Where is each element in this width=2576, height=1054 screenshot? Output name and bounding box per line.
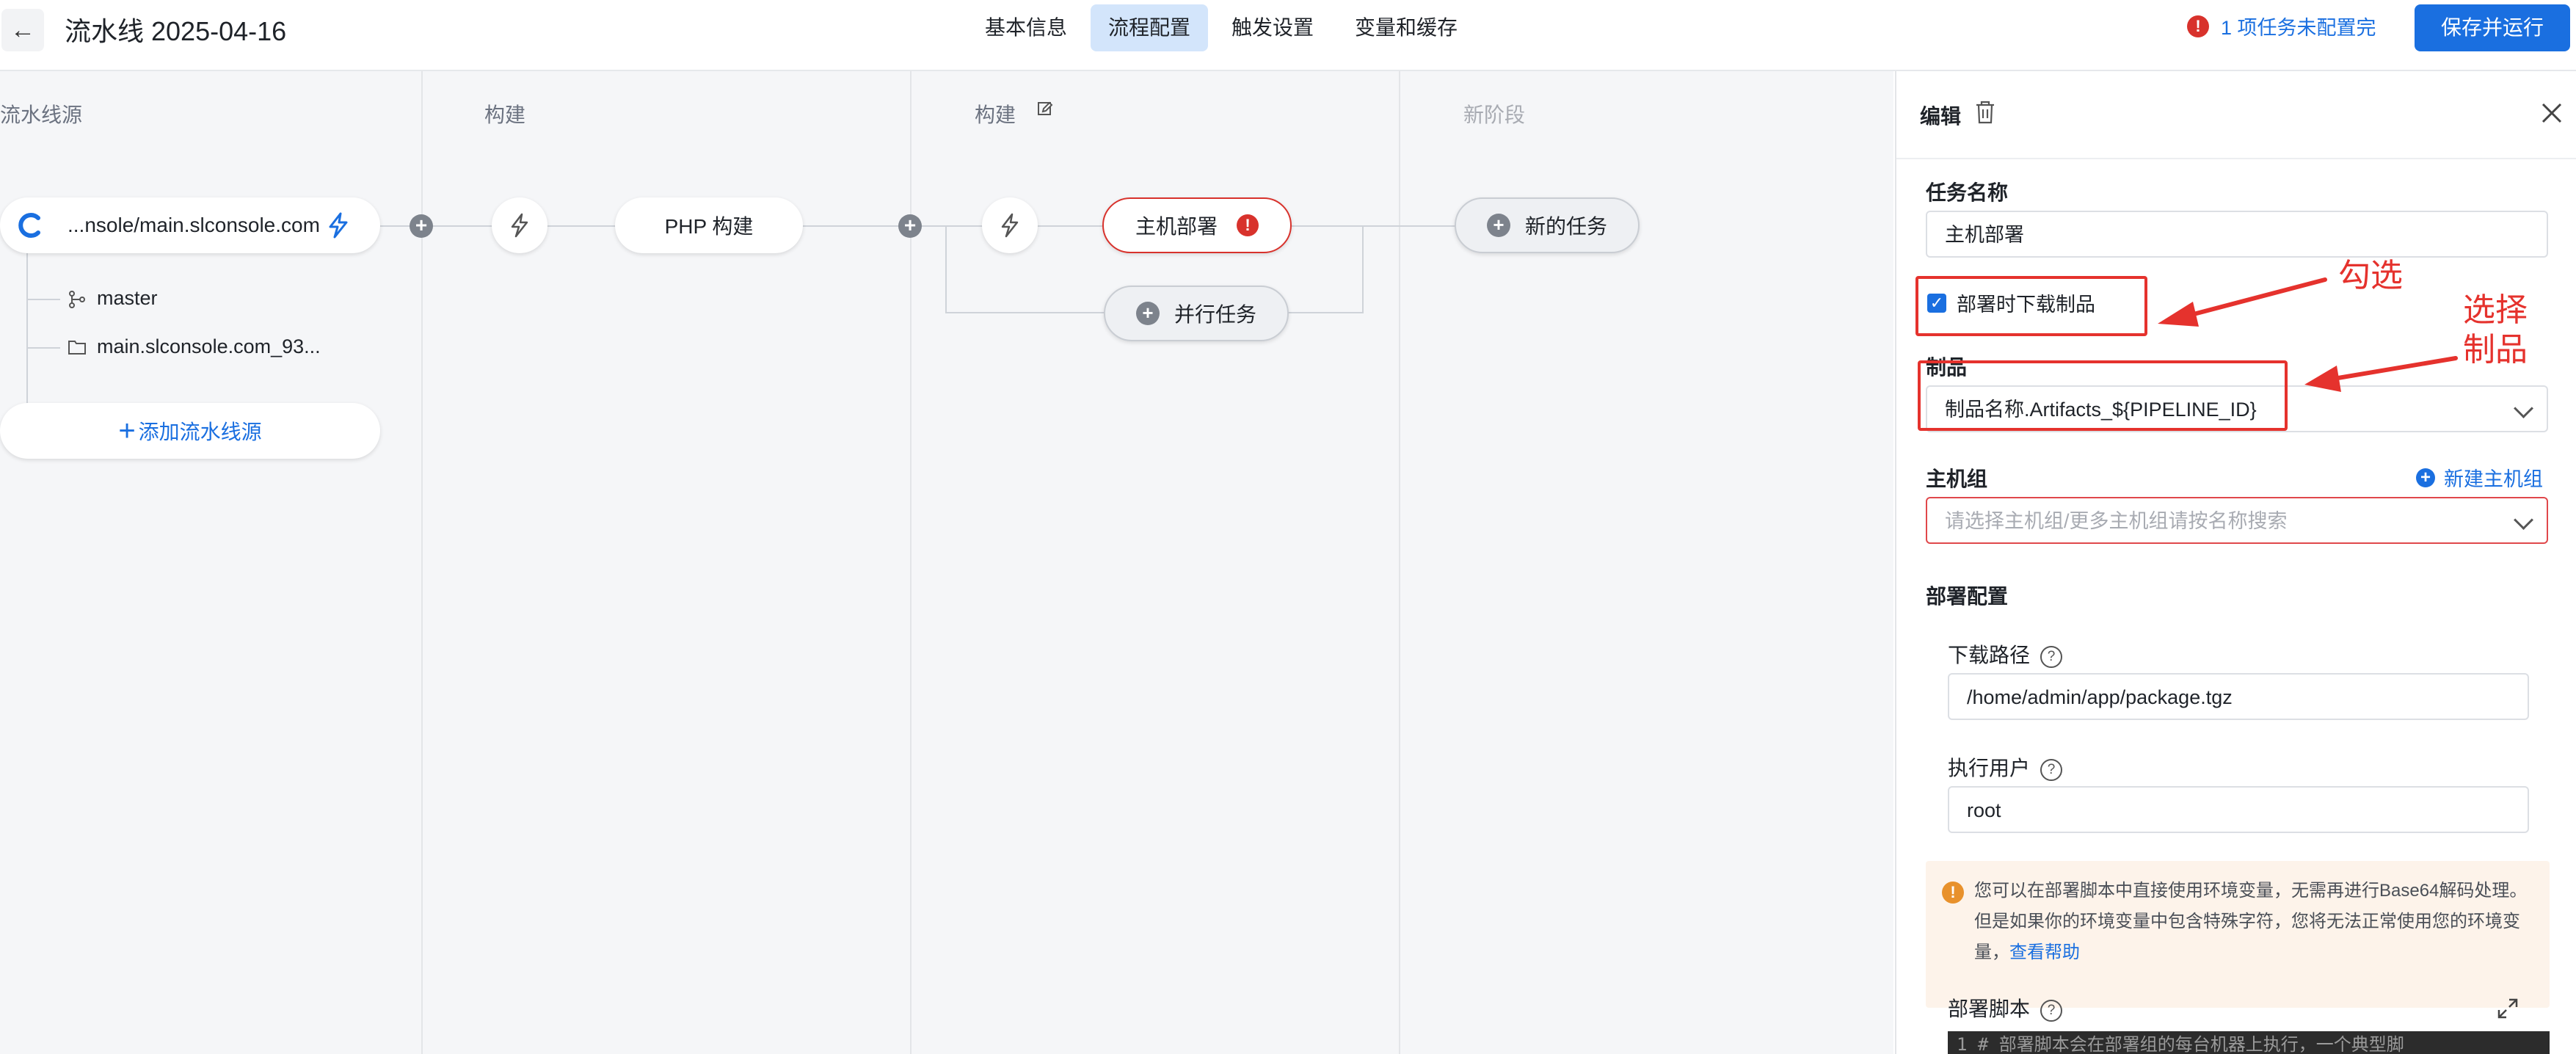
- task-name-label: 任务名称: [1926, 181, 2009, 204]
- plus-circle-icon: +: [1135, 302, 1160, 325]
- download-path-label: 下载路径: [1948, 644, 2031, 666]
- stage-trigger-lightning-icon[interactable]: [982, 197, 1038, 253]
- save-and-run-button[interactable]: 保存并运行: [2415, 4, 2570, 51]
- help-link[interactable]: 查看帮助: [2009, 942, 2080, 962]
- add-stage-plus-icon[interactable]: +: [898, 214, 922, 238]
- add-stage-plus-icon[interactable]: +: [410, 214, 433, 238]
- parallel-branch-line: [1362, 225, 1364, 313]
- trash-icon[interactable]: [1974, 101, 1996, 124]
- parallel-task-label: 并行任务: [1174, 303, 1256, 326]
- source-repo-label: ...nsole/main.slconsole.com: [68, 214, 320, 236]
- help-question-icon[interactable]: ?: [2040, 999, 2063, 1022]
- script-label: 部署脚本: [1948, 997, 2031, 1020]
- chevron-down-icon: [2514, 510, 2533, 530]
- tip-text-block: 您可以在部署脚本中直接使用环境变量，无需再进行Base64解码处理。但是如果你的…: [1974, 876, 2532, 968]
- add-source-label: 添加流水线源: [138, 421, 262, 443]
- help-question-icon[interactable]: ?: [2040, 645, 2063, 668]
- close-icon[interactable]: [2541, 102, 2563, 124]
- warning-icon: !: [1942, 882, 1964, 904]
- help-question-icon[interactable]: ?: [2040, 758, 2063, 781]
- script-label-row: 部署脚本?: [1948, 993, 2063, 1022]
- tab-trigger-settings[interactable]: 触发设置: [1214, 4, 1331, 51]
- add-parallel-task-button[interactable]: + 并行任务: [1104, 286, 1289, 341]
- stage-title: 流水线源: [0, 103, 83, 126]
- top-bar: ← 流水线 2025-04-16 基本信息 流程配置 触发设置 变量和缓存 ! …: [0, 0, 2576, 71]
- code-repo-logo-icon: [18, 213, 40, 238]
- stage-title: 新阶段: [1463, 103, 1526, 126]
- download-path-label-row: 下载路径?: [1948, 639, 2063, 669]
- unconfigured-task-warning[interactable]: ! 1 项任务未配置完: [2187, 12, 2376, 40]
- edit-icon[interactable]: [1036, 101, 1054, 118]
- download-path-input[interactable]: /home/admin/app/package.tgz: [1948, 673, 2529, 720]
- error-icon: !: [1237, 214, 1259, 236]
- annotation-check-note: 勾选: [2338, 258, 2403, 294]
- host-group-label: 主机组: [1926, 468, 1988, 490]
- tab-variables-cache[interactable]: 变量和缓存: [1337, 4, 1475, 51]
- chevron-down-icon: [2514, 399, 2533, 418]
- annotation-select-line2: 制品: [2463, 332, 2528, 368]
- deploy-config-label: 部署配置: [1926, 585, 2009, 608]
- env-variable-tip: ! 您可以在部署脚本中直接使用环境变量，无需再进行Base64解码处理。但是如果…: [1926, 861, 2550, 1008]
- error-icon: !: [2187, 15, 2209, 37]
- add-pipeline-source-button[interactable]: + 添加流水线源: [0, 403, 380, 459]
- page-title: 流水线 2025-04-16: [65, 16, 287, 46]
- source-tree-line: [26, 347, 60, 349]
- lightning-icon[interactable]: [327, 212, 349, 239]
- source-branch: master: [97, 287, 158, 309]
- source-tree-line: [26, 299, 60, 300]
- host-group-placeholder: 请选择主机组/更多主机组请按名称搜索: [1945, 510, 2288, 532]
- annotation-select-line1: 选择: [2463, 292, 2528, 328]
- source-path: main.slconsole.com_93...: [97, 335, 321, 357]
- job-php-build[interactable]: PHP 构建: [615, 197, 803, 253]
- add-new-task-button[interactable]: + 新的任务: [1455, 197, 1640, 253]
- tab-basic-info[interactable]: 基本信息: [967, 4, 1085, 51]
- source-tree-line: [26, 247, 28, 416]
- host-group-select[interactable]: 请选择主机组/更多主机组请按名称搜索: [1926, 497, 2548, 544]
- pipeline-canvas: 流水线源 构建 构建 新阶段 ...nsole/main.slconsole.c…: [0, 71, 1893, 1054]
- annotation-arrow-icon: [2158, 277, 2327, 327]
- stage-trigger-lightning-icon[interactable]: [492, 197, 547, 253]
- job-host-deploy[interactable]: 主机部署 !: [1102, 197, 1292, 253]
- branch-icon: [69, 291, 85, 308]
- panel-header: 编辑: [1896, 71, 2576, 159]
- stage-title: 构建: [484, 103, 526, 126]
- exec-user-label: 执行用户: [1948, 757, 2031, 779]
- pipeline-source-node[interactable]: ...nsole/main.slconsole.com: [0, 197, 380, 253]
- panel-title: 编辑: [1920, 105, 1962, 128]
- plus-circle-icon: +: [2416, 468, 2435, 487]
- exec-user-label-row: 执行用户?: [1948, 752, 2063, 782]
- script-editor[interactable]: 1 # 部署脚本会在部署组的每台机器上执行，一个典型脚: [1948, 1031, 2550, 1054]
- annotation-box-checkbox: [1915, 276, 2147, 336]
- annotation-arrow-icon: [2304, 356, 2458, 392]
- stage-title: 构建: [975, 103, 1016, 126]
- tab-flow-config[interactable]: 流程配置: [1091, 4, 1209, 51]
- task-edit-panel: 编辑 任务名称 主机部署 ✓ 部署时下载制品 制品 制品名称.Artifacts…: [1895, 71, 2576, 1054]
- job-host-deploy-label: 主机部署: [1135, 215, 1218, 238]
- task-name-input[interactable]: 主机部署: [1926, 211, 2548, 258]
- top-tabs: 基本信息 流程配置 触发设置 变量和缓存: [967, 4, 1481, 51]
- back-arrow-icon[interactable]: ←: [1, 9, 44, 51]
- exec-user-input[interactable]: root: [1948, 786, 2529, 833]
- annotation-select-note: 选择 制品: [2463, 291, 2528, 370]
- expand-icon[interactable]: [2497, 997, 2519, 1020]
- new-host-group-link[interactable]: + 新建主机组: [2416, 463, 2543, 492]
- plus-circle-icon: +: [1486, 214, 1510, 237]
- parallel-branch-line: [945, 225, 947, 312]
- new-host-group-label: 新建主机组: [2444, 468, 2543, 490]
- folder-icon: [68, 341, 86, 355]
- new-task-label: 新的任务: [1524, 215, 1607, 238]
- plus-icon: +: [118, 414, 136, 447]
- annotation-box-artifact: [1918, 360, 2288, 431]
- warning-text: 1 项任务未配置完: [2221, 17, 2376, 39]
